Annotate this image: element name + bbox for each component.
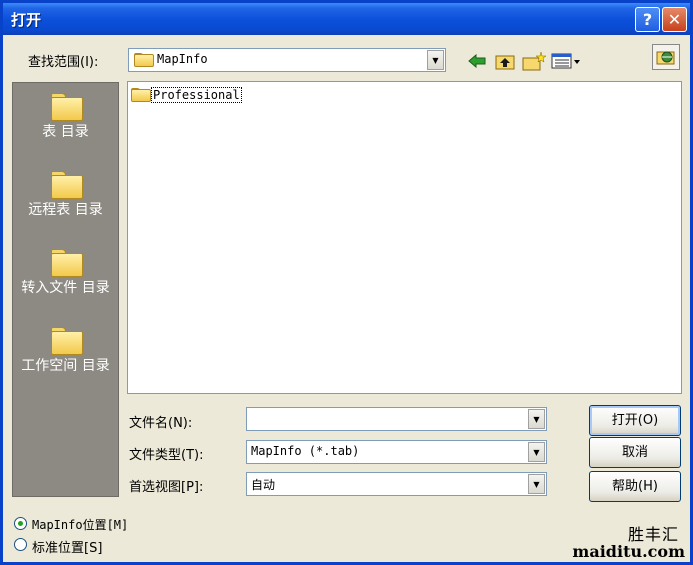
chevron-down-icon[interactable]: ▼ [528, 474, 545, 494]
filename-combo[interactable]: ▼ [246, 407, 547, 431]
view-combo[interactable]: 自动 ▼ [246, 472, 547, 496]
dialog-title: 打开 [11, 11, 42, 29]
cancel-button[interactable]: 取消 [589, 437, 681, 468]
open-button[interactable]: 打开(O) [589, 405, 681, 436]
folder-icon [50, 93, 83, 121]
chevron-down-icon[interactable]: ▼ [528, 409, 545, 429]
radio-standard-label: 标准位置[S] [32, 541, 103, 556]
filename-label: 文件名(N): [129, 416, 193, 431]
up-folder-button[interactable] [493, 50, 517, 72]
radio-mapinfo-location[interactable] [14, 517, 27, 530]
radio-standard-location[interactable] [14, 538, 27, 551]
new-folder-button[interactable] [521, 50, 547, 72]
folder-icon [50, 249, 83, 277]
folder-icon [134, 53, 154, 67]
places-bar: 表 目录 远程表 目录 转入文件 目录 工作空间 目录 [12, 82, 119, 497]
file-name: Professional [151, 87, 242, 103]
place-remote-table-dir[interactable]: 远程表 目录 [13, 171, 118, 218]
close-icon: ✕ [667, 10, 682, 29]
place-import-dir[interactable]: 转入文件 目录 [13, 249, 118, 296]
folder-icon [50, 327, 83, 355]
question-icon: ? [642, 10, 653, 29]
radio-mapinfo-label: MapInfo位置[M] [32, 518, 129, 532]
file-list[interactable]: Professional [127, 81, 682, 394]
radio-checked-dot [18, 521, 23, 526]
filetype-combo[interactable]: MapInfo (*.tab) ▼ [246, 440, 547, 464]
place-label: 工作空间 目录 [21, 358, 110, 374]
close-button[interactable]: ✕ [662, 7, 687, 32]
title-bar[interactable]: 打开 ? ✕ [3, 3, 690, 35]
place-workspace-dir[interactable]: 工作空间 目录 [13, 327, 118, 374]
place-label: 表 目录 [42, 124, 89, 140]
folder-icon [50, 171, 83, 199]
help-button[interactable]: 帮助(H) [589, 471, 681, 502]
back-arrow-icon [468, 54, 486, 68]
network-folder-icon [656, 51, 675, 65]
place-label: 远程表 目录 [28, 202, 103, 218]
lookin-combo[interactable]: MapInfo ▼ [128, 48, 446, 72]
up-folder-icon [495, 55, 515, 70]
network-button[interactable] [652, 44, 680, 70]
chevron-down-icon[interactable]: ▼ [427, 50, 444, 70]
filetype-label: 文件类型(T): [129, 448, 204, 463]
place-label: 转入文件 目录 [21, 280, 110, 296]
back-button[interactable] [466, 50, 488, 72]
view-label: 首选视图[P]: [129, 480, 204, 495]
view-value: 自动 [251, 478, 276, 492]
lookin-label: 查找范围(I): [28, 55, 99, 70]
place-table-dir[interactable]: 表 目录 [13, 93, 118, 140]
view-menu-button[interactable] [550, 50, 582, 72]
filetype-value: MapInfo (*.tab) [251, 444, 360, 458]
watermark-url: maiditu.com [572, 542, 685, 561]
help-titlebar-button[interactable]: ? [635, 7, 660, 32]
list-item[interactable]: Professional [131, 87, 242, 103]
new-folder-icon [522, 51, 546, 71]
folder-icon [131, 88, 151, 102]
view-menu-icon [551, 53, 580, 69]
chevron-down-icon[interactable]: ▼ [528, 442, 545, 462]
lookin-value: MapInfo [157, 52, 208, 66]
